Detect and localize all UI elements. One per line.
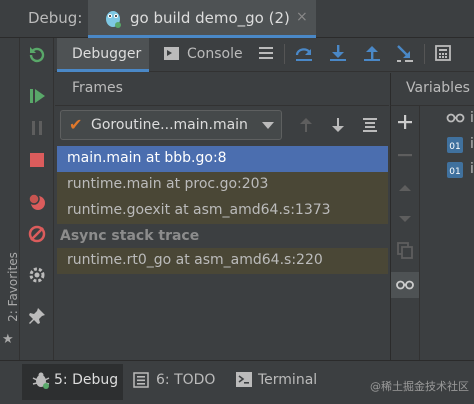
tab-console[interactable]: Console	[187, 46, 243, 62]
star-icon[interactable]: ★	[2, 332, 14, 347]
move-up-icon[interactable]	[395, 178, 415, 198]
previous-frame-icon[interactable]	[296, 115, 316, 135]
console-icon	[164, 47, 179, 60]
settings-gear-icon[interactable]	[27, 265, 47, 285]
list-item[interactable]: runtime.rt0_go at asm_amd64.s:220	[57, 248, 388, 274]
step-into-icon[interactable]	[328, 43, 348, 63]
tab-debugger-label: Debugger	[72, 46, 142, 62]
rerun-icon[interactable]	[27, 45, 47, 65]
svg-text:01: 01	[449, 142, 460, 152]
glasses-icon	[446, 113, 465, 123]
mute-breakpoints-icon[interactable]	[27, 224, 47, 244]
int-variable-icon: 01	[447, 162, 463, 178]
run-to-cursor-icon[interactable]	[395, 43, 415, 63]
async-stack-trace-header: Async stack trace	[60, 228, 200, 244]
check-icon: ✔	[69, 115, 83, 134]
step-out-icon[interactable]	[362, 43, 382, 63]
move-down-icon[interactable]	[395, 209, 415, 229]
resume-program-icon[interactable]	[27, 86, 47, 106]
goroutine-dropdown-value: Goroutine...main.main	[91, 117, 248, 133]
variable-name[interactable]: i	[470, 136, 474, 152]
new-watch-icon[interactable]	[395, 112, 415, 132]
tool-window-debug-label: 5: Debug	[54, 372, 119, 388]
todo-list-icon	[133, 372, 149, 388]
favorites-tool-button[interactable]: 2: Favorites	[6, 252, 20, 322]
watermark: @稀土掘金技术社区	[370, 380, 469, 393]
frames-menu-icon[interactable]	[360, 115, 380, 135]
glasses-icon[interactable]	[395, 275, 415, 295]
next-frame-icon[interactable]	[328, 115, 348, 135]
layout-menu-icon[interactable]	[256, 43, 276, 63]
int-variable-icon: 01	[447, 137, 463, 153]
tool-window-terminal[interactable]: Terminal	[258, 372, 317, 388]
bug-icon	[32, 372, 50, 389]
variable-name[interactable]: i	[470, 110, 474, 126]
close-tab-icon[interactable]: ×	[296, 9, 308, 25]
chevron-down-icon	[262, 122, 274, 129]
list-item[interactable]: runtime.main at proc.go:203	[57, 172, 388, 198]
pause-program-icon[interactable]	[27, 118, 47, 138]
variables-title: Variables	[406, 80, 470, 96]
gopher-icon	[106, 11, 121, 28]
variable-name[interactable]: i	[470, 161, 474, 177]
list-item[interactable]: main.main at bbb.go:8	[57, 146, 388, 172]
frames-title: Frames	[72, 80, 123, 96]
evaluate-expression-icon[interactable]	[433, 43, 453, 63]
remove-watch-icon[interactable]	[395, 145, 415, 165]
toolbar-separator	[284, 44, 285, 64]
duplicate-watch-icon[interactable]	[395, 240, 415, 260]
view-breakpoints-icon[interactable]	[27, 192, 47, 212]
run-config-tab-label: go build demo_go (2)	[130, 9, 290, 27]
pin-tab-icon[interactable]	[27, 306, 47, 326]
step-over-icon[interactable]	[294, 43, 314, 63]
debug-label: Debug:	[28, 9, 83, 27]
toolbar-separator	[424, 44, 425, 64]
terminal-icon	[236, 372, 252, 387]
svg-text:01: 01	[449, 167, 460, 177]
tool-window-todo[interactable]: 6: TODO	[156, 372, 215, 388]
stop-icon[interactable]	[27, 150, 47, 170]
list-item[interactable]: runtime.goexit at asm_amd64.s:1373	[57, 198, 388, 224]
